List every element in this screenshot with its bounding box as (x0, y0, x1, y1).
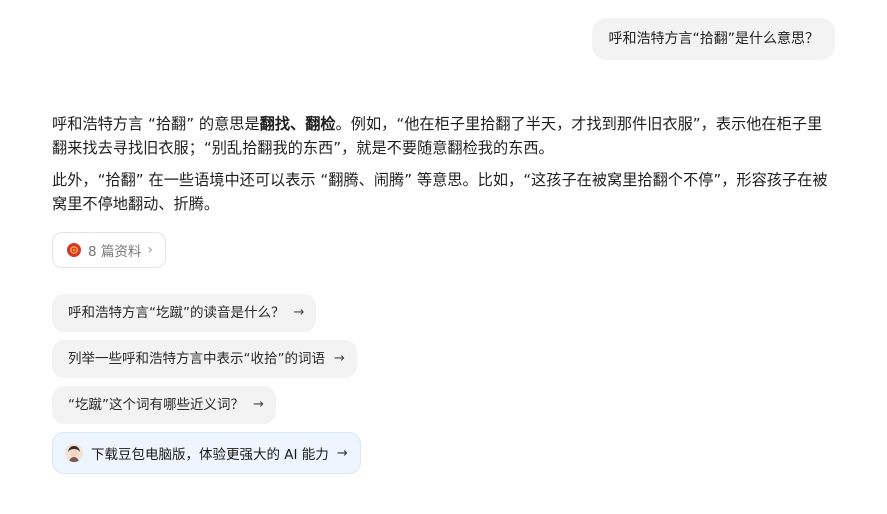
arrow-right-icon: → (293, 305, 305, 320)
answer-paragraph-1: 呼和浩特方言 “拾翻” 的意思是翻找、翻检。例如，“他在柜子里拾翻了半天，才找到… (52, 112, 832, 160)
download-desktop-banner[interactable]: 下载豆包电脑版，体验更强大的 AI 能力 → (52, 432, 361, 474)
arrow-right-icon: → (253, 397, 264, 412)
suggestion-2[interactable]: 列举一些呼和浩特方言中表示“收拾”的词语 → (52, 340, 357, 378)
references-label: 8 篇资料 (88, 244, 142, 260)
user-message-bubble: 呼和浩特方言“拾翻”是什么意思？ (592, 18, 835, 60)
references-button[interactable]: 8 篇资料 › (52, 232, 166, 268)
chat-page: 呼和浩特方言“拾翻”是什么意思？ 呼和浩特方言 “拾翻” 的意思是翻找、翻检。例… (0, 0, 887, 514)
avatar-icon (65, 444, 83, 462)
suggestion-label: “圪蹴”这个词有哪些近义词？ (68, 397, 244, 413)
suggestion-3[interactable]: “圪蹴”这个词有哪些近义词？ → (52, 386, 276, 424)
suggestion-label: 呼和浩特方言“圪蹴”的读音是什么？ (68, 305, 285, 321)
user-message-text: 呼和浩特方言“拾翻”是什么意思？ (608, 31, 819, 47)
assistant-answer: 呼和浩特方言 “拾翻” 的意思是翻找、翻检。例如，“他在柜子里拾翻了半天，才找到… (52, 112, 832, 224)
arrow-right-icon: → (336, 445, 348, 461)
answer-p1-text-1: 呼和浩特方言 “拾翻” 的意思是 (52, 115, 260, 133)
suggestion-label: 列举一些呼和浩特方言中表示“收拾”的词语 (68, 351, 325, 367)
chevron-right-icon: › (147, 242, 153, 258)
answer-paragraph-2: 此外，“拾翻” 在一些语境中还可以表示 “翻腾、闹腾” 等意思。比如，“这孩子在… (52, 171, 828, 213)
download-label: 下载豆包电脑版，体验更强大的 AI 能力 (91, 447, 329, 463)
arrow-right-icon: → (334, 351, 345, 366)
answer-p1-bold: 翻找、翻检 (259, 115, 336, 133)
suggestion-1[interactable]: 呼和浩特方言“圪蹴”的读音是什么？ → (52, 294, 317, 332)
emblem-icon (67, 243, 81, 257)
